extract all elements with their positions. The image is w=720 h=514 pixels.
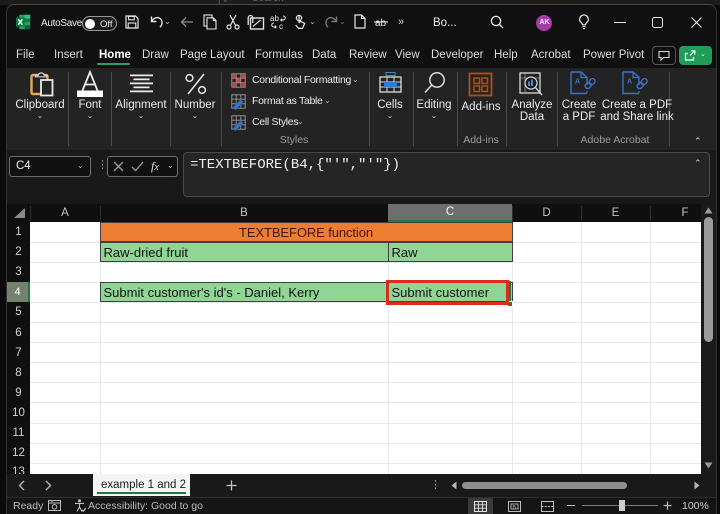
svg-text:ab: ab xyxy=(375,18,387,29)
svg-text:B: B xyxy=(513,505,517,511)
svg-text:A: A xyxy=(627,79,632,86)
svg-text:c: c xyxy=(279,22,283,31)
svg-text:A: A xyxy=(575,79,580,86)
